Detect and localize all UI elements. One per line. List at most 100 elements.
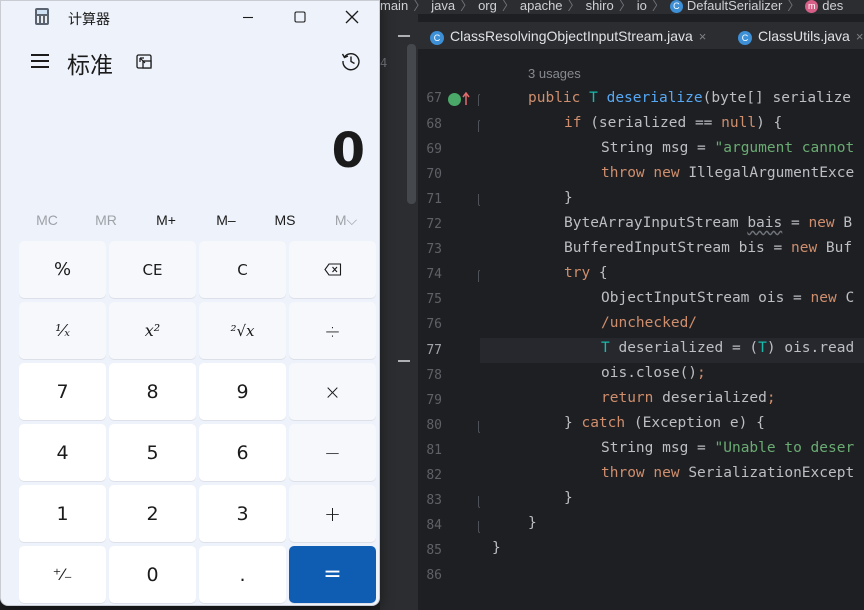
clear-button[interactable]: C — [199, 241, 286, 298]
code-line-77: T deserialized = (T) ois.read — [601, 340, 855, 356]
code-line-74: try { — [564, 265, 608, 281]
mode-title: 标准 — [67, 53, 113, 79]
square-root-button[interactable]: ²√x — [199, 302, 286, 359]
line-number: 69 — [426, 142, 442, 157]
line-number: 73 — [426, 242, 442, 257]
code-line-76: /unchecked/ — [601, 315, 698, 331]
history-icon[interactable] — [340, 50, 362, 72]
keep-on-top-icon[interactable] — [135, 53, 155, 71]
usages-hint[interactable]: 3 usages — [528, 66, 581, 81]
minimize-button[interactable] — [225, 1, 271, 33]
window-title: 计算器 — [68, 12, 110, 28]
digit-4-button[interactable]: 4 — [19, 424, 106, 481]
digit-2-button[interactable]: 2 — [109, 485, 196, 542]
digit-6-button[interactable]: 6 — [199, 424, 286, 481]
tab-label: ClassResolvingObjectInputStream.java — [450, 28, 693, 44]
backspace-icon — [323, 263, 341, 276]
hamburger-menu-icon[interactable] — [31, 53, 49, 69]
code-line-79: return deserialized; — [601, 390, 776, 406]
line-number: 84 — [426, 518, 442, 533]
line-number: 85 — [426, 543, 442, 558]
line-number: 82 — [426, 468, 442, 483]
editor-gutter: 67 68 69 70 71 72 73 74 75 76 77 78 79 8… — [418, 50, 488, 610]
breadcrumb-item[interactable]: DefaultSerializer — [687, 0, 782, 13]
line-number: 81 — [426, 443, 442, 458]
digit-1-button[interactable]: 1 — [19, 485, 106, 542]
line-number: 68 — [426, 117, 442, 132]
breadcrumb-item[interactable]: shiro — [586, 0, 614, 13]
code-line-82: throw new SerializationExcept — [601, 465, 855, 481]
minimize-icon — [243, 16, 253, 19]
code-line-78: ois.close(); — [601, 365, 706, 381]
percent-button[interactable]: % — [19, 241, 106, 298]
line-number: 83 — [426, 493, 442, 508]
maximize-icon — [294, 11, 306, 23]
breadcrumb-item[interactable]: java — [431, 0, 455, 13]
implements-arrow-icon[interactable] — [462, 92, 470, 106]
line-number: 67 — [426, 91, 442, 106]
override-method-icon[interactable] — [448, 93, 461, 106]
memory-list-button[interactable]: M⌵ — [318, 207, 374, 233]
tab-close-icon[interactable]: × — [856, 29, 864, 44]
memory-clear-button[interactable]: MC — [19, 207, 75, 233]
tab-class-utils[interactable]: C ClassUtils.java × — [738, 22, 863, 50]
class-icon: C — [738, 31, 752, 45]
digit-8-button[interactable]: 8 — [109, 363, 196, 420]
breadcrumb-item[interactable]: org — [478, 0, 497, 13]
digit-9-button[interactable]: 9 — [199, 363, 286, 420]
digit-5-button[interactable]: 5 — [109, 424, 196, 481]
line-number: 75 — [426, 292, 442, 307]
line-number: 74 — [426, 267, 442, 282]
close-button[interactable] — [329, 1, 375, 33]
memory-recall-button[interactable]: MR — [78, 207, 134, 233]
code-line-75: ObjectInputStream ois = new C — [601, 290, 855, 306]
breadcrumb-item[interactable]: apache — [520, 0, 563, 13]
result-display: 0 — [331, 123, 365, 179]
divide-button[interactable]: ÷ — [289, 302, 376, 359]
breadcrumb-item[interactable]: io — [637, 0, 647, 13]
tab-label: ClassUtils.java — [758, 28, 850, 44]
decimal-button[interactable]: . — [199, 546, 286, 603]
code-line-67: public T deserialize(byte[] serialize — [528, 90, 852, 106]
breadcrumb-item[interactable]: main — [380, 0, 408, 13]
digit-0-button[interactable]: 0 — [109, 546, 196, 603]
method-icon: m — [805, 0, 819, 13]
add-button[interactable]: + — [289, 485, 376, 542]
tab-class-resolving[interactable]: C ClassResolvingObjectInputStream.java × — [430, 22, 706, 50]
code-line-70: throw new IllegalArgumentExce — [601, 165, 855, 181]
multiply-button[interactable]: × — [289, 363, 376, 420]
code-line-84: } — [528, 515, 537, 531]
code-editor[interactable]: 3 usages public T deserialize(byte[] ser… — [480, 50, 864, 610]
line-number: 79 — [426, 393, 442, 408]
maximize-button[interactable] — [277, 1, 323, 33]
line-number-current: 77 — [426, 343, 442, 358]
square-button[interactable]: x² — [109, 302, 196, 359]
breadcrumb: main 〉 java 〉 org 〉 apache 〉 shiro 〉 io 〉 C DefaultSe… — [380, 0, 864, 14]
digit-3-button[interactable]: 3 — [199, 485, 286, 542]
memory-subtract-button[interactable]: M– — [198, 207, 254, 233]
memory-row: MC MR M+ M– MS M⌵ — [17, 207, 377, 233]
subtract-button[interactable]: − — [289, 424, 376, 481]
code-line-80: } catch (Exception e) { — [564, 415, 765, 431]
editor-tab-bar: C ClassResolvingObjectInputStream.java × C… — [418, 22, 864, 50]
breadcrumb-item[interactable]: des — [822, 0, 843, 13]
memory-add-button[interactable]: M+ — [138, 207, 194, 233]
backspace-button[interactable] — [289, 241, 376, 298]
clear-entry-button[interactable]: CE — [109, 241, 196, 298]
reciprocal-button[interactable]: ¹⁄ₓ — [19, 302, 106, 359]
line-number: 80 — [426, 418, 442, 433]
code-line-69: String msg = "argument cannot — [601, 140, 855, 156]
equals-button[interactable]: = — [289, 546, 376, 603]
negate-button[interactable]: ⁺⁄₋ — [19, 546, 106, 603]
code-line-68: if (serialized == null) { — [564, 115, 783, 131]
tab-close-icon[interactable]: × — [699, 29, 707, 44]
title-bar[interactable]: 计算器 — [1, 1, 379, 33]
code-line-72: ByteArrayInputStream bais = new B — [564, 215, 853, 231]
side-number: 4 — [380, 56, 388, 70]
class-icon: C — [430, 31, 444, 45]
memory-store-button[interactable]: MS — [257, 207, 313, 233]
line-number: 72 — [426, 217, 442, 232]
close-icon — [345, 10, 359, 24]
digit-7-button[interactable]: 7 — [19, 363, 106, 420]
code-line-71: } — [564, 190, 573, 206]
